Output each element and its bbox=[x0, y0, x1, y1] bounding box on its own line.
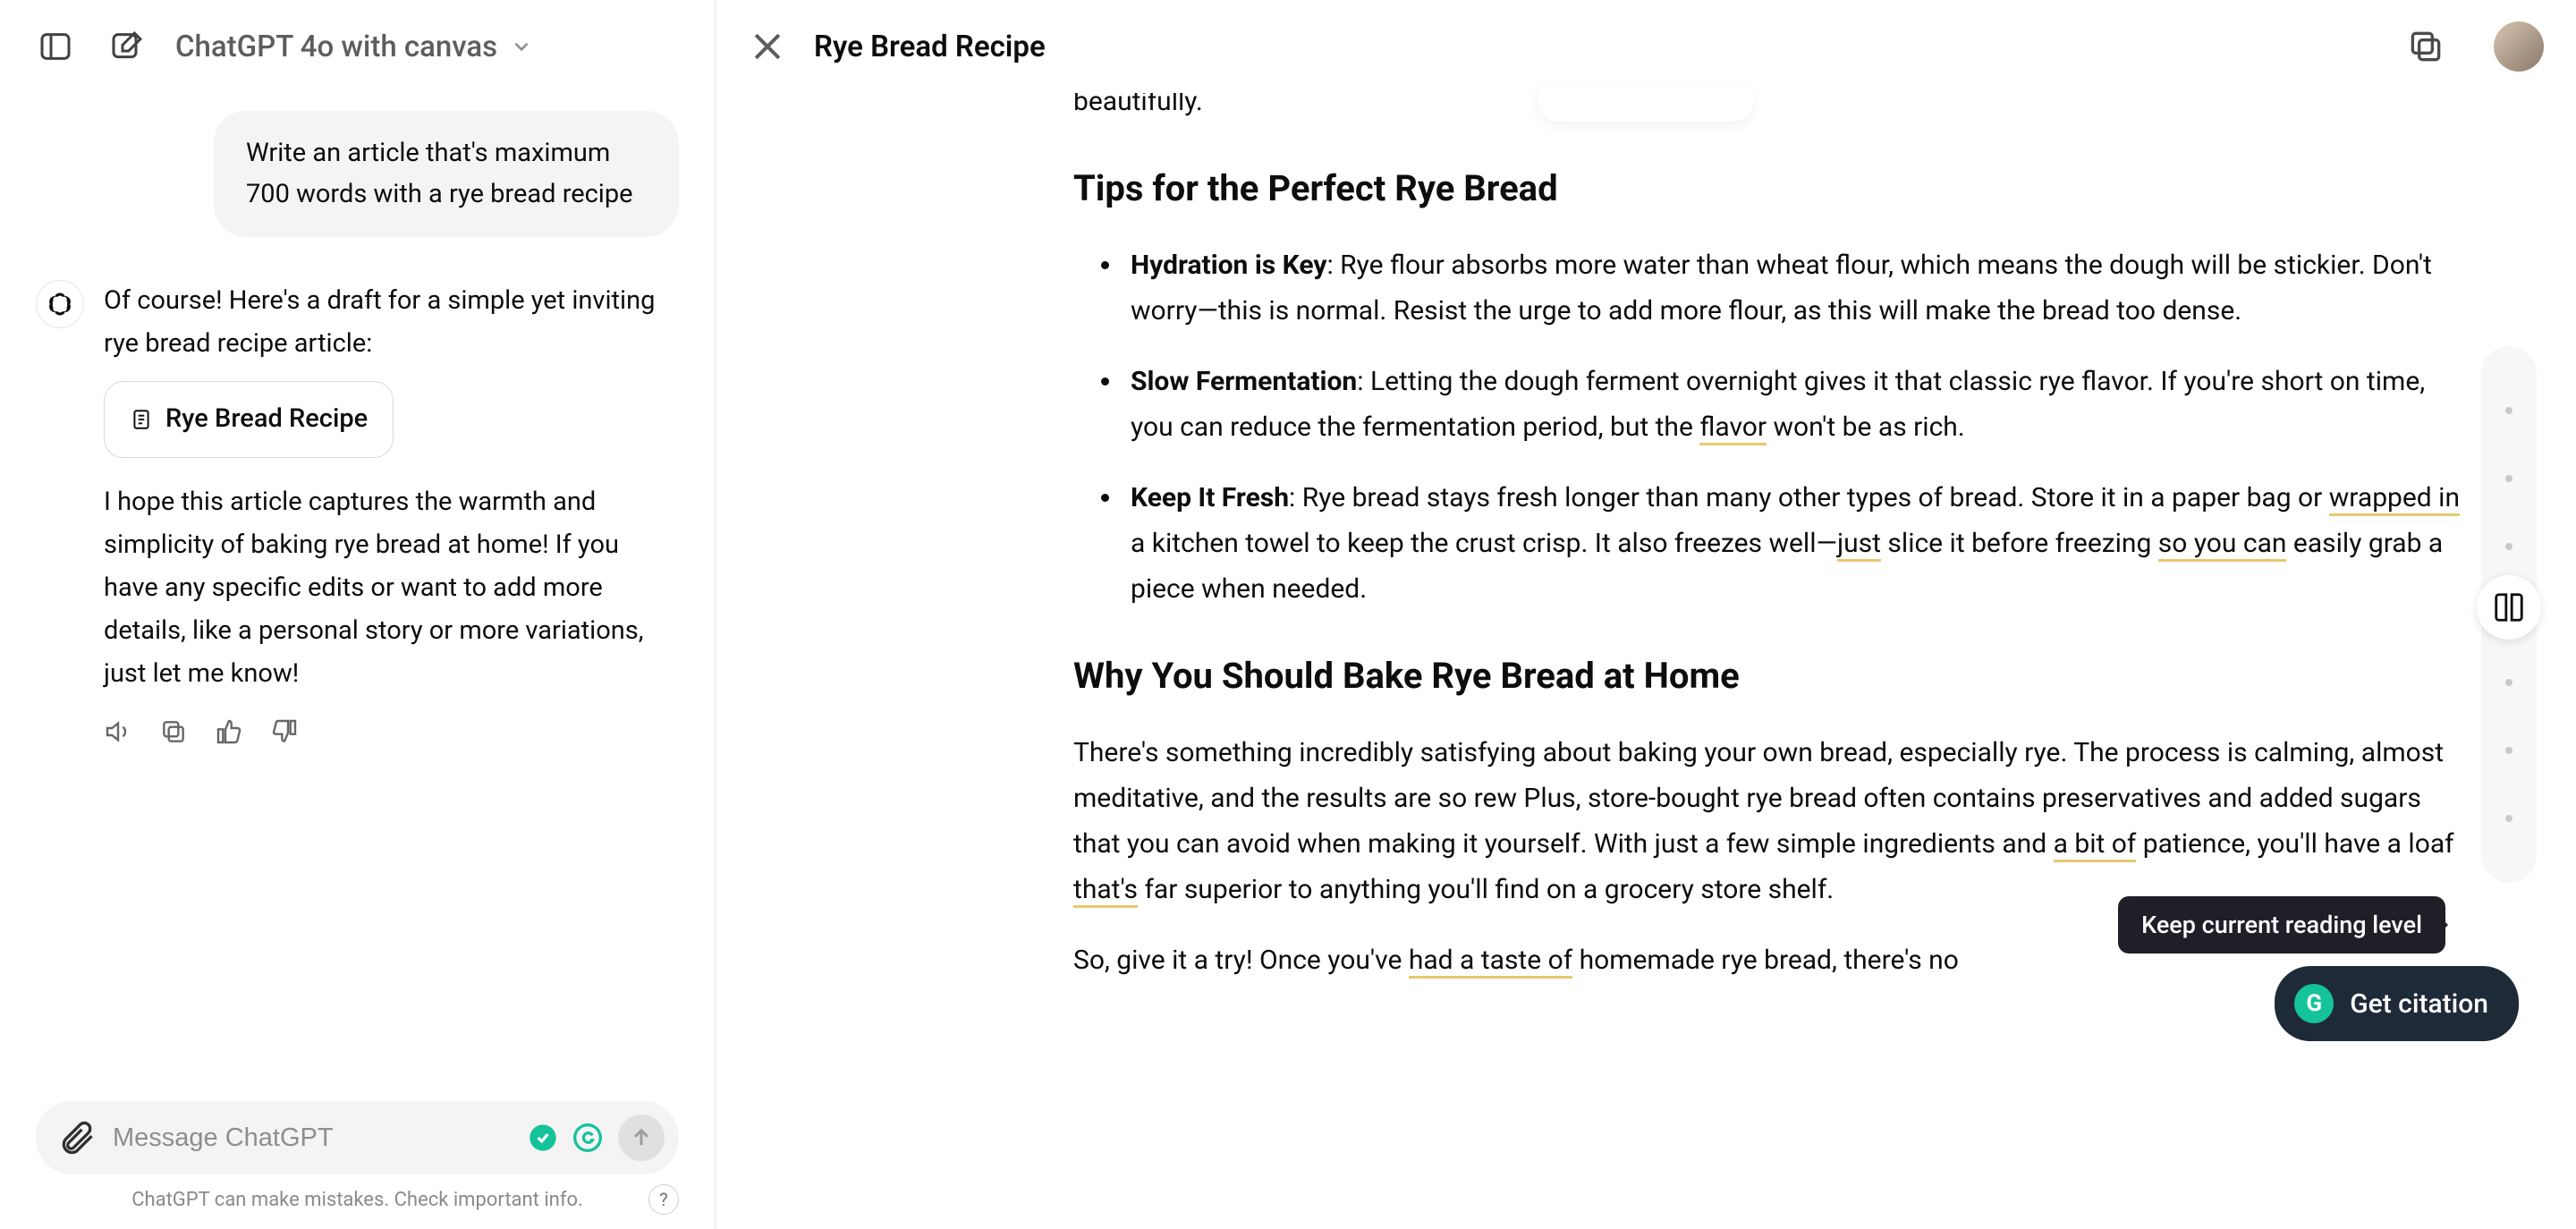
scroll-rail[interactable] bbox=[2481, 346, 2537, 883]
rail-tick bbox=[2505, 407, 2512, 414]
book-icon bbox=[2492, 590, 2526, 624]
citation-label: Get citation bbox=[2350, 988, 2488, 1020]
rail-tick bbox=[2505, 679, 2512, 686]
arrow-up-icon bbox=[629, 1125, 654, 1150]
assistant-followup-text: I hope this article captures the warmth … bbox=[104, 481, 679, 695]
grammarly-badge-2-icon bbox=[573, 1123, 602, 1152]
copy-icon[interactable] bbox=[159, 717, 188, 746]
assistant-message: Of course! Here's a draft for a simple y… bbox=[104, 280, 679, 746]
document-icon bbox=[130, 408, 153, 431]
user-message: Write an article that's maximum 700 word… bbox=[214, 111, 679, 237]
rail-tick bbox=[2505, 543, 2512, 550]
assistant-intro-text: Of course! Here's a draft for a simple y… bbox=[104, 280, 679, 366]
model-switcher[interactable]: ChatGPT 4o with canvas bbox=[175, 30, 533, 64]
send-button[interactable] bbox=[618, 1115, 665, 1161]
document-chip[interactable]: Rye Bread Recipe bbox=[104, 381, 394, 458]
read-aloud-icon[interactable] bbox=[104, 717, 132, 746]
rail-tick bbox=[2505, 815, 2512, 822]
reading-level-button[interactable] bbox=[2477, 575, 2541, 640]
assistant-avatar-icon bbox=[36, 280, 84, 328]
new-chat-icon[interactable] bbox=[104, 23, 150, 70]
model-label: ChatGPT 4o with canvas bbox=[175, 30, 497, 64]
chevron-down-icon bbox=[510, 35, 533, 58]
close-icon[interactable] bbox=[748, 27, 787, 66]
rail-tick bbox=[2505, 475, 2512, 482]
document-chip-label: Rye Bread Recipe bbox=[165, 398, 368, 441]
tips-heading: Tips for the Perfect Rye Bread bbox=[1073, 158, 2469, 219]
grammarly-logo-icon: G bbox=[2294, 984, 2334, 1023]
disclaimer-text: ChatGPT can make mistakes. Check importa… bbox=[36, 1187, 679, 1215]
header-shadow bbox=[1538, 88, 1753, 122]
thumbs-up-icon[interactable] bbox=[215, 717, 243, 746]
help-button[interactable]: ? bbox=[648, 1184, 679, 1215]
reading-level-tooltip: Keep current reading level bbox=[2118, 896, 2445, 954]
why-paragraph: There's something incredibly satisfying … bbox=[1073, 730, 2469, 912]
rail-tick bbox=[2505, 747, 2512, 754]
tip-item: Keep It Fresh: Rye bread stays fresh lon… bbox=[1123, 475, 2469, 612]
tip-item: Hydration is Key: Rye flour absorbs more… bbox=[1123, 242, 2469, 334]
thumbs-down-icon[interactable] bbox=[270, 717, 299, 746]
canvas-document[interactable]: beautifully. Tips for the Perfect Rye Br… bbox=[716, 93, 2576, 1229]
why-heading: Why You Should Bake Rye Bread at Home bbox=[1073, 646, 2469, 707]
tip-item: Slow Fermentation: Letting the dough fer… bbox=[1123, 359, 2469, 450]
copy-canvas-icon[interactable] bbox=[2406, 27, 2445, 66]
get-citation-button[interactable]: G Get citation bbox=[2275, 966, 2519, 1041]
message-actions bbox=[104, 717, 679, 746]
message-composer[interactable] bbox=[36, 1101, 679, 1174]
attach-icon[interactable] bbox=[57, 1118, 97, 1157]
truncated-text: beautifully. bbox=[1073, 93, 2469, 124]
user-avatar[interactable] bbox=[2494, 21, 2544, 72]
sidebar-toggle-icon[interactable] bbox=[32, 23, 79, 70]
canvas-title: Rye Bread Recipe bbox=[814, 30, 1046, 64]
grammarly-badge-1-icon bbox=[529, 1123, 557, 1152]
message-input[interactable] bbox=[113, 1123, 513, 1153]
